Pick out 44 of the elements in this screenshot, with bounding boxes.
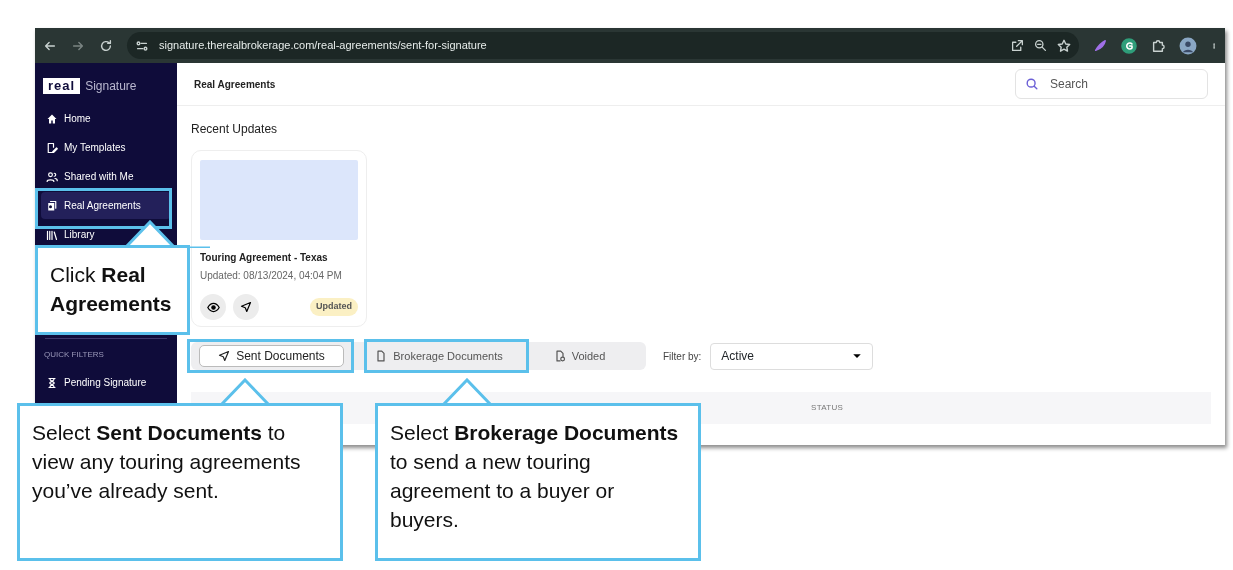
sidebar-item[interactable]: Shared with Me — [41, 163, 171, 190]
letter-g-icon[interactable] — [1121, 37, 1137, 54]
column-header: STATUS — [811, 402, 844, 414]
paper-plane-icon — [218, 350, 231, 362]
document-icon — [375, 350, 388, 362]
sidebar-item[interactable]: Pending Signature — [41, 369, 171, 396]
updated-date: Updated: 08/13/2024, 04:04 PM — [200, 269, 343, 283]
home-icon — [46, 112, 58, 125]
view-button[interactable] — [200, 294, 226, 320]
site-settings-icon[interactable] — [135, 38, 149, 53]
tab[interactable]: Brokerage Documents — [356, 345, 522, 367]
filter-label: Filter by: — [663, 349, 702, 364]
avatar-icon[interactable] — [1179, 36, 1197, 55]
reload-icon[interactable] — [99, 38, 113, 53]
document-stack-icon — [46, 199, 58, 212]
tab[interactable]: Sent Documents — [199, 345, 344, 367]
page-title: Real Agreements — [194, 77, 276, 92]
tab[interactable]: Voided — [522, 345, 637, 367]
books-icon — [46, 228, 58, 241]
document-title: Touring Agreement - Texas — [200, 251, 329, 265]
puzzle-icon[interactable] — [1151, 38, 1165, 53]
zoom-out-icon[interactable] — [1034, 39, 1047, 52]
sidebar-item[interactable]: Home — [41, 105, 171, 132]
send-button[interactable] — [233, 294, 259, 320]
section-heading: QUICK FILTERS — [43, 349, 105, 361]
address-bar[interactable]: signature.therealbrokerage.com/real-agreements/sent-for-signature — [127, 32, 1079, 59]
search-icon — [1025, 77, 1039, 91]
filter-dropdown[interactable]: Active — [710, 342, 874, 370]
paper-plane-icon — [240, 301, 252, 313]
people-icon — [46, 170, 58, 183]
open-external-icon[interactable] — [1011, 39, 1024, 52]
search-field[interactable]: Search — [1015, 69, 1208, 99]
sidebar-item[interactable]: Real Agreements — [41, 192, 171, 219]
document-edit-icon — [46, 141, 58, 154]
logo: real — [43, 78, 81, 94]
feather-icon[interactable] — [1093, 38, 1107, 53]
hourglass-icon — [46, 376, 58, 389]
brand-name: Signature — [85, 78, 137, 95]
document-void-icon — [553, 350, 566, 362]
star-icon[interactable] — [1057, 38, 1071, 53]
sidebar-item[interactable]: My Templates — [41, 134, 171, 161]
section-title: Recent Updates — [191, 121, 279, 138]
eye-icon — [206, 300, 220, 314]
status-badge: Updated — [310, 298, 358, 316]
